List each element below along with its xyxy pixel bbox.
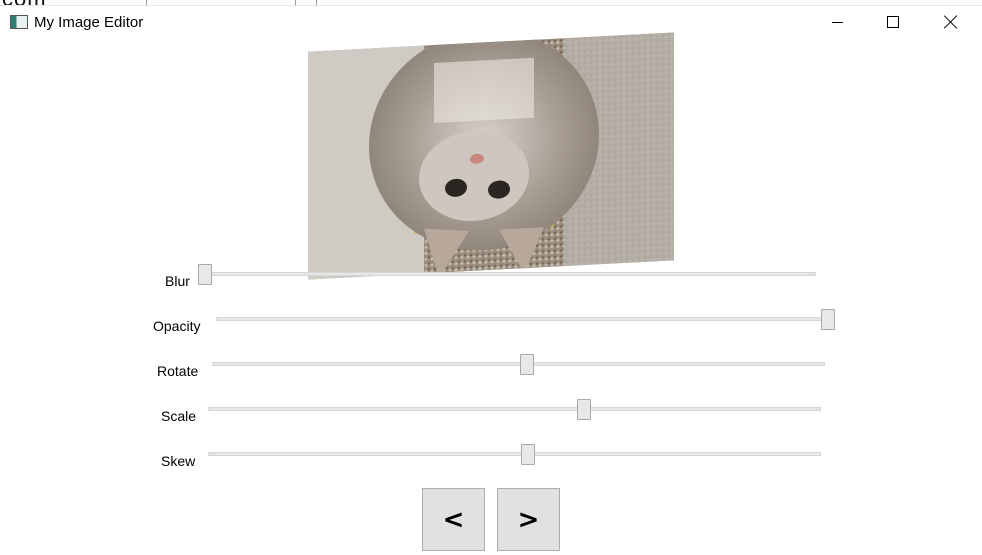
opacity-slider-thumb[interactable] xyxy=(821,309,835,330)
blur-slider-thumb[interactable] xyxy=(198,264,212,285)
scale-label: Scale xyxy=(161,408,197,424)
window-title: My Image Editor xyxy=(34,14,144,31)
rotate-label: Rotate xyxy=(157,363,199,379)
opacity-slider-track[interactable] xyxy=(216,317,834,321)
maximize-button[interactable] xyxy=(864,6,922,38)
skew-row: Skew xyxy=(0,442,982,472)
maximize-icon xyxy=(887,16,899,28)
minimize-icon xyxy=(831,21,843,23)
previous-image-button[interactable]: < xyxy=(422,488,485,551)
kitten-photo-icon xyxy=(308,32,674,280)
skew-slider-thumb[interactable] xyxy=(521,444,535,465)
rotate-slider-track[interactable] xyxy=(212,362,825,366)
skew-slider-track[interactable] xyxy=(208,452,821,456)
minimize-button[interactable] xyxy=(808,6,866,38)
scale-slider-track[interactable] xyxy=(208,407,821,411)
app-icon xyxy=(10,15,28,29)
title-bar[interactable]: My Image Editor xyxy=(0,6,982,38)
rotate-row: Rotate xyxy=(0,352,982,382)
opacity-label: Opacity xyxy=(153,318,201,334)
blur-slider-track[interactable] xyxy=(205,272,816,276)
rotate-slider-thumb[interactable] xyxy=(520,354,534,375)
blur-label: Blur xyxy=(165,273,190,289)
edited-image xyxy=(308,32,674,280)
close-icon xyxy=(944,15,958,29)
scale-row: Scale xyxy=(0,397,982,427)
next-image-button[interactable]: > xyxy=(497,488,560,551)
blur-row: Blur xyxy=(0,262,982,292)
close-button[interactable] xyxy=(922,6,980,38)
scale-slider-thumb[interactable] xyxy=(577,399,591,420)
skew-label: Skew xyxy=(161,453,196,469)
opacity-row: Opacity xyxy=(0,307,982,337)
